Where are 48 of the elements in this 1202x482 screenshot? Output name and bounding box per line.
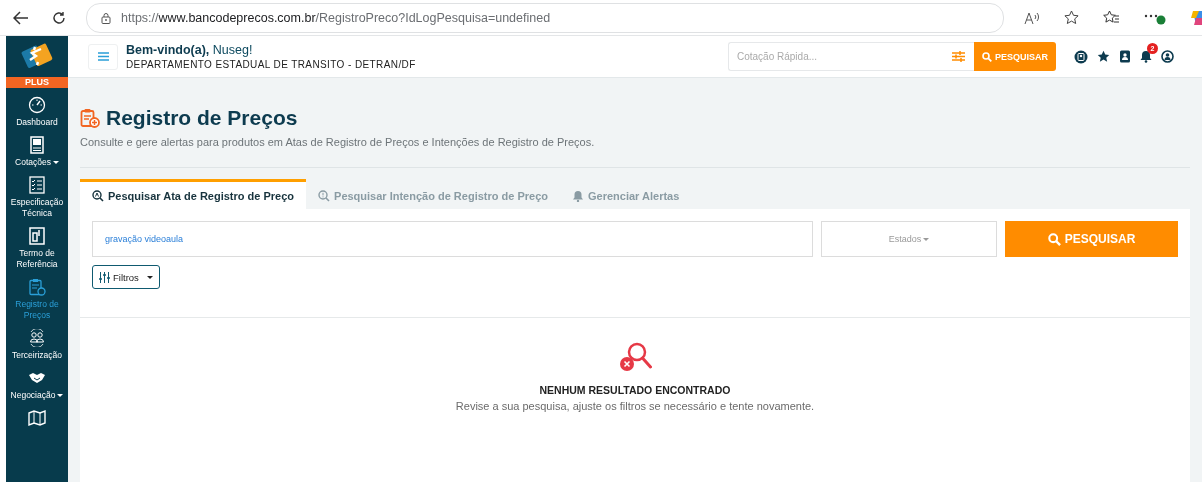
clipboard-icon [80,108,100,128]
gauge-icon[interactable] [28,96,46,114]
copilot-icon[interactable] [1190,8,1202,27]
welcome-text: Bem-vindo(a), Nuseg! [126,42,254,58]
bell-icon [572,189,584,202]
sidebar-item[interactable]: Cotações [15,157,59,168]
reload-icon [52,10,66,25]
sidebar-item[interactable]: Dashboard [16,117,58,128]
people-icon[interactable] [28,329,46,347]
favorites-icon[interactable] [1103,10,1120,25]
contact-book-icon[interactable] [1119,50,1131,63]
clipboard-icon[interactable] [28,278,46,296]
sliders-icon [99,271,110,283]
badge-icon[interactable] [1074,49,1088,64]
user-icon[interactable] [1161,50,1174,63]
no-results-icon [618,340,652,374]
organization-name: DEPARTAMENTO ESTADUAL DE TRANSITO - DETRAN/DF [126,57,416,71]
tab[interactable]: Pesquisar Ata de Registro de Preço [80,179,307,209]
dollar-icon[interactable] [28,136,46,154]
search-icon [92,189,104,202]
star-icon[interactable] [1064,10,1079,25]
star-icon[interactable] [1097,50,1110,63]
search-icon [1047,232,1061,246]
search-field[interactable]: gravação videoaula [92,221,813,257]
read-aloud-icon[interactable] [1024,10,1040,25]
search-icon [318,189,331,202]
checklist-icon[interactable] [28,176,46,194]
map-icon[interactable] [28,409,46,427]
empty-state-message: Revise a sua pesquisa, ajuste os filtros se necessário e tente novamente. [455,400,815,412]
document-icon[interactable] [28,227,46,245]
url-text: https://www.bancodeprecos.com.br/RegistroPreco?IdLogPesquisa=undefined [121,10,551,25]
page-description: Consulte e gere alertas para produtos em Atas de Registro de Preços e Intenções de Registro de Preços. [80,136,1190,168]
bell-icon[interactable] [1140,50,1152,63]
sidebar-item[interactable]: Termo de Referência [6,248,68,270]
filters-button[interactable]: Filtros [92,265,160,289]
quick-search-field[interactable]: Cotação Rápida... [728,42,944,71]
plan-badge: PLUS [6,77,68,88]
address-bar[interactable]: https://www.bancodeprecos.com.br/RegistroPreco?IdLogPesquisa=undefined [86,2,1004,33]
sidebar-item[interactable]: Especificação Técnica [6,197,68,219]
sidebar-item[interactable]: Negociação [10,390,64,401]
search-icon [982,51,992,62]
lock-icon [101,11,111,24]
menu-icon [97,52,109,61]
empty-state-title: NENHUM RESULTADO ENCONTRADO [539,384,731,396]
sidebar-item[interactable]: Terceirização [11,350,63,361]
sidebar-item[interactable]: Registro de Preços [6,299,68,321]
page-title: Registro de Preços [106,106,298,130]
back-arrow-icon [13,10,29,25]
